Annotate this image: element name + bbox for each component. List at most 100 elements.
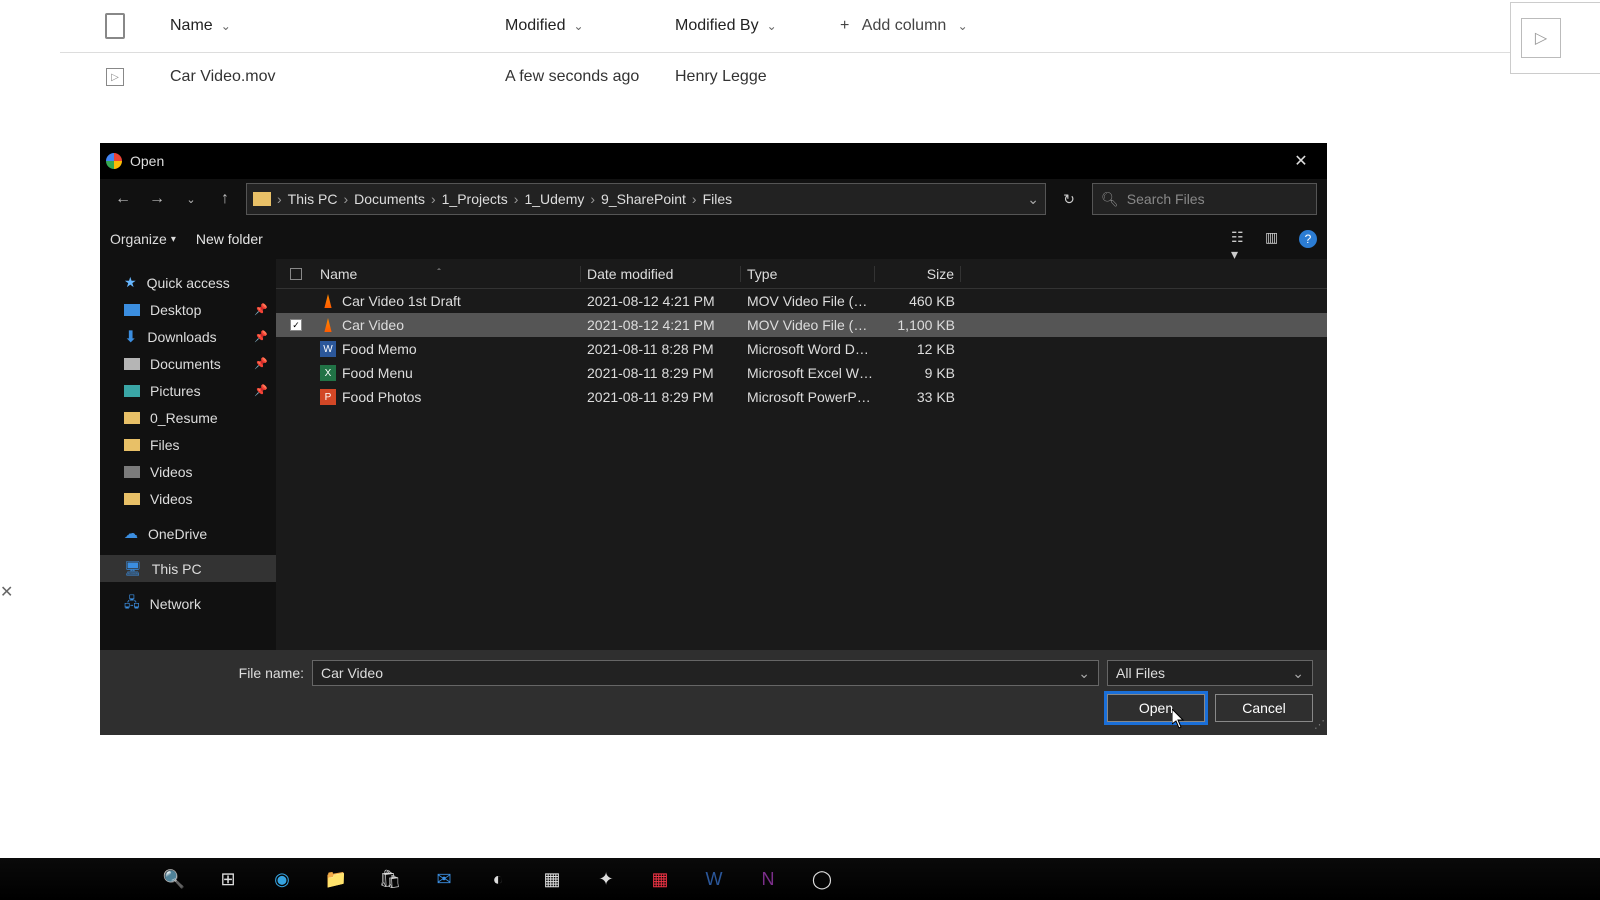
dialog-title: Open — [130, 153, 1281, 169]
file-name-input[interactable]: Car Video ⌄ — [312, 660, 1099, 686]
file-type-column — [60, 13, 170, 39]
checkbox-checked-icon[interactable]: ✓ — [290, 319, 302, 331]
column-label: Name — [320, 266, 357, 282]
onedrive-icon: ☁ — [124, 525, 138, 542]
sidebar-resume[interactable]: 0_Resume — [100, 404, 276, 431]
date-header[interactable]: Date modified — [581, 266, 741, 282]
add-column-label: Add column — [862, 17, 947, 35]
word-icon[interactable]: W — [700, 865, 728, 893]
network-icon: 🖧 — [124, 592, 140, 616]
sidebar-quick-access[interactable]: ★Quick access — [100, 269, 276, 296]
open-file-dialog: Open ✕ ← → ⌄ ↑ › This PC › Documents › 1… — [100, 143, 1327, 735]
sidebar-item-label: OneDrive — [148, 526, 207, 542]
sidebar-onedrive[interactable]: ☁ OneDrive — [100, 520, 276, 547]
refresh-button[interactable]: ↻ — [1054, 184, 1084, 214]
dialog-footer: File name: Car Video ⌄ All Files ⌄ Open … — [100, 650, 1327, 735]
resize-grip-icon[interactable]: ⋰ — [1314, 718, 1323, 731]
type-header[interactable]: Type — [741, 266, 875, 282]
chevron-down-icon[interactable]: ⌄ — [1027, 191, 1039, 208]
name-column-header[interactable]: Name ⌄ — [170, 17, 505, 35]
app-icon[interactable]: ✦ — [592, 865, 620, 893]
add-column-button[interactable]: + Add column ⌄ — [840, 17, 968, 35]
breadcrumb[interactable]: Documents — [354, 191, 425, 207]
recent-locations-button[interactable]: ⌄ — [178, 186, 204, 212]
breadcrumb[interactable]: 1_Projects — [442, 191, 508, 207]
view-options-button[interactable]: ☷ ▾ — [1231, 229, 1253, 249]
file-list-header: Nameˆ Date modified Type Size — [276, 259, 1327, 289]
sidebar-item-label: Files — [150, 437, 180, 453]
chevron-right-icon: › — [692, 191, 697, 207]
file-date: 2021-08-11 8:29 PM — [581, 389, 741, 405]
sidebar-videos[interactable]: Videos — [100, 485, 276, 512]
file-row[interactable]: XFood Menu 2021-08-11 8:29 PM Microsoft … — [276, 361, 1327, 385]
app-icon[interactable]: ◯ — [808, 865, 836, 893]
breadcrumb[interactable]: 9_SharePoint — [601, 191, 686, 207]
sidebar-pictures[interactable]: Pictures📌 — [100, 377, 276, 404]
file-size: 9 KB — [875, 365, 961, 381]
file-date: 2021-08-12 4:21 PM — [581, 317, 741, 333]
modified-by-column-header[interactable]: Modified By ⌄ — [675, 17, 840, 35]
windows-taskbar[interactable]: 🔍 ⊞ ◉ 📁 🛍 ✉ ◐ ▦ ✦ ▦ W N ◯ — [0, 858, 1600, 900]
search-icon[interactable]: 🔍 — [160, 865, 188, 893]
sidebar-this-pc[interactable]: 🖥This PC — [100, 555, 276, 582]
sidebar-item-label: Documents — [150, 356, 221, 372]
sidebar: ★Quick access Desktop📌 ⬇Downloads📌 Docum… — [100, 259, 276, 654]
name-header[interactable]: Nameˆ — [316, 266, 581, 282]
sharepoint-list: Name ⌄ Modified ⌄ Modified By ⌄ + Add co… — [60, 0, 1600, 101]
address-bar[interactable]: › This PC › Documents › 1_Projects › 1_U… — [246, 183, 1046, 215]
new-folder-button[interactable]: New folder — [196, 231, 263, 247]
up-button[interactable]: ↑ — [212, 186, 238, 212]
sidebar-files[interactable]: Files — [100, 431, 276, 458]
modified-column-header[interactable]: Modified ⌄ — [505, 17, 675, 35]
open-button[interactable]: Open — [1107, 694, 1205, 722]
file-explorer-icon[interactable]: 📁 — [322, 865, 350, 893]
help-button[interactable]: ? — [1299, 230, 1317, 248]
task-view-icon[interactable]: ⊞ — [214, 865, 242, 893]
chevron-down-icon[interactable]: ⌄ — [1078, 665, 1090, 682]
app-icon[interactable]: ▦ — [646, 865, 674, 893]
breadcrumb[interactable]: Files — [703, 191, 733, 207]
sidebar-videos[interactable]: Videos — [100, 458, 276, 485]
mail-icon[interactable]: ✉ — [430, 865, 458, 893]
close-button[interactable]: ✕ — [1281, 146, 1321, 176]
folder-icon — [124, 439, 140, 451]
file-row[interactable]: Car Video 1st Draft 2021-08-12 4:21 PM M… — [276, 289, 1327, 313]
sidebar-item-label: Videos — [150, 464, 193, 480]
file-row[interactable]: WFood Memo 2021-08-11 8:28 PM Microsoft … — [276, 337, 1327, 361]
breadcrumb[interactable]: This PC — [288, 191, 338, 207]
excel-icon: X — [320, 365, 336, 381]
chevron-down-icon: ⌄ — [221, 19, 231, 33]
file-date: 2021-08-11 8:28 PM — [581, 341, 741, 357]
cancel-button[interactable]: Cancel — [1215, 694, 1313, 722]
calculator-icon[interactable]: ▦ — [538, 865, 566, 893]
file-name: Car Video 1st Draft — [342, 293, 461, 309]
onenote-icon[interactable]: N — [754, 865, 782, 893]
document-icon — [105, 13, 125, 39]
forward-button[interactable]: → — [144, 186, 170, 212]
play-preview-icon[interactable]: ▷ — [1521, 18, 1561, 58]
file-type-filter[interactable]: All Files ⌄ — [1107, 660, 1313, 686]
sidebar-network[interactable]: 🖧Network — [100, 590, 276, 617]
back-button[interactable]: ← — [110, 186, 136, 212]
search-input[interactable]: 🔍︎ Search Files — [1092, 183, 1317, 215]
pictures-icon — [124, 385, 140, 397]
file-row[interactable]: ✓ Car Video 2021-08-12 4:21 PM MOV Video… — [276, 313, 1327, 337]
details-panel: ▷ — [1510, 2, 1600, 74]
sidebar-documents[interactable]: Documents📌 — [100, 350, 276, 377]
toolbar: Organize ▾ New folder ☷ ▾ ▥ ? — [100, 219, 1327, 259]
breadcrumb[interactable]: 1_Udemy — [524, 191, 584, 207]
sidebar-desktop[interactable]: Desktop📌 — [100, 296, 276, 323]
store-icon[interactable]: 🛍 — [376, 865, 404, 893]
chrome-icon[interactable]: ◐ — [484, 865, 512, 893]
organize-button[interactable]: Organize ▾ — [110, 231, 176, 247]
sidebar-downloads[interactable]: ⬇Downloads📌 — [100, 323, 276, 350]
edge-icon[interactable]: ◉ — [268, 865, 296, 893]
select-all-checkbox[interactable] — [290, 268, 302, 280]
file-row[interactable]: PFood Photos 2021-08-11 8:29 PM Microsof… — [276, 385, 1327, 409]
size-header[interactable]: Size — [875, 266, 961, 282]
organize-label: Organize — [110, 231, 167, 247]
preview-pane-button[interactable]: ▥ — [1265, 229, 1287, 249]
file-date: 2021-08-12 4:21 PM — [581, 293, 741, 309]
sidebar-item-label: This PC — [152, 561, 202, 577]
sharepoint-row[interactable]: ▷ Car Video.mov A few seconds ago Henry … — [60, 53, 1600, 101]
